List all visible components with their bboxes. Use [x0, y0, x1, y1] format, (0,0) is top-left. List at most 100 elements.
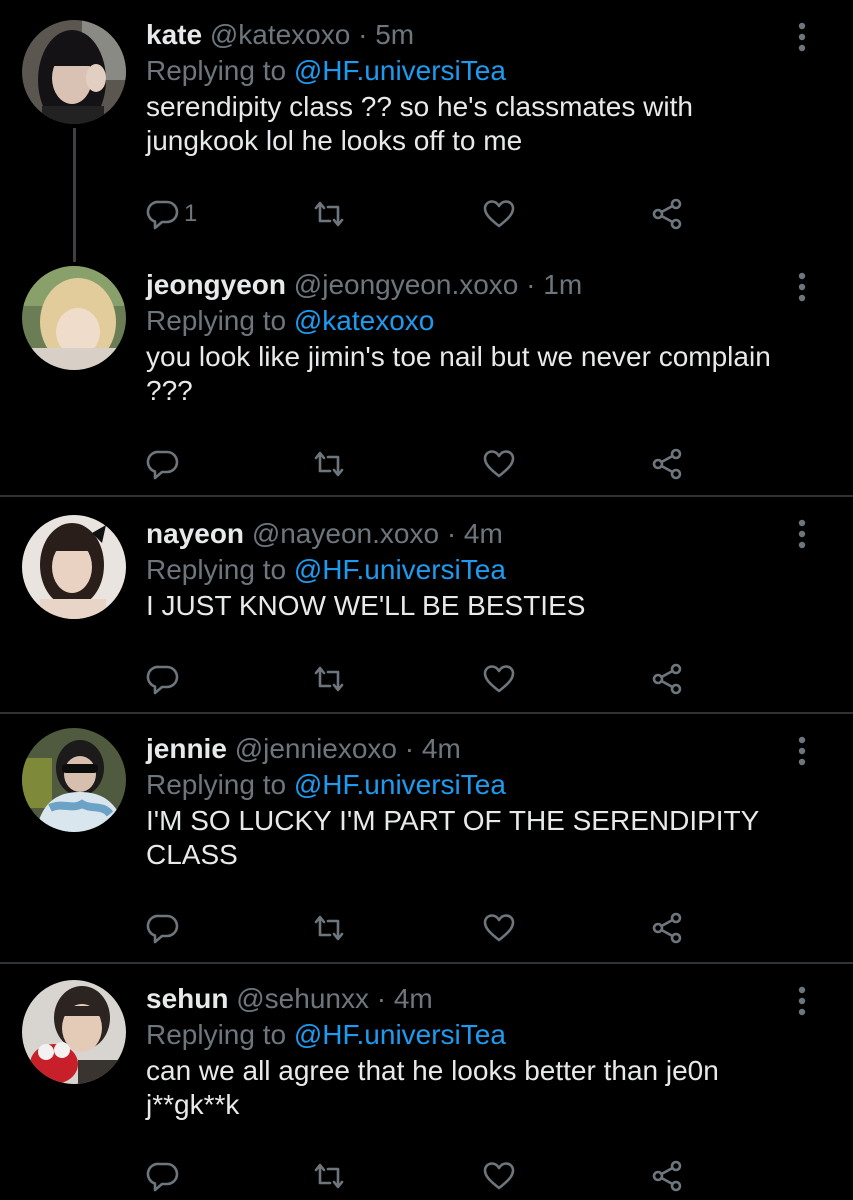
tweet-header: jennie @jenniexoxo · 4m — [146, 732, 783, 766]
reply-icon — [146, 914, 179, 944]
display-name[interactable]: sehun — [146, 983, 228, 1014]
more-vertical-icon — [798, 986, 806, 1016]
retweet-icon — [314, 666, 344, 692]
more-options-button[interactable] — [795, 736, 809, 766]
retweet-icon — [314, 1163, 344, 1189]
tweet-nayeon[interactable]: nayeon @nayeon.xoxo · 4m Replying to @HF… — [0, 497, 853, 712]
more-vertical-icon — [798, 22, 806, 52]
timestamp[interactable]: 4m — [394, 983, 433, 1014]
retweet-icon — [314, 451, 344, 477]
user-handle[interactable]: @nayeon.xoxo — [252, 518, 439, 549]
retweet-button[interactable] — [312, 194, 346, 234]
tweet-text: serendipity class ?? so he's classmates … — [146, 91, 693, 156]
heart-icon — [483, 1162, 515, 1190]
reply-icon — [146, 200, 179, 230]
display-name[interactable]: jeongyeon — [146, 269, 286, 300]
tweet-actions — [146, 1156, 706, 1196]
share-icon — [652, 912, 682, 944]
heart-icon — [483, 200, 515, 228]
heart-icon — [483, 450, 515, 478]
share-icon — [652, 198, 682, 230]
more-vertical-icon — [798, 736, 806, 766]
like-button[interactable] — [482, 444, 516, 484]
separator-dot: · — [526, 269, 536, 300]
reply-button[interactable] — [146, 908, 184, 948]
share-button[interactable] — [650, 194, 684, 234]
avatar-jeongyeon[interactable] — [22, 266, 126, 370]
display-name[interactable]: nayeon — [146, 518, 244, 549]
share-button[interactable] — [650, 908, 684, 948]
tweet-header: jeongyeon @jeongyeon.xoxo · 1m — [146, 268, 783, 302]
heart-icon — [483, 914, 515, 942]
share-icon — [652, 663, 682, 695]
user-handle[interactable]: @sehunxx — [236, 983, 369, 1014]
reply-button[interactable] — [146, 444, 184, 484]
reply-button[interactable]: 1 — [146, 194, 197, 234]
reply-button[interactable] — [146, 659, 184, 699]
user-handle[interactable]: @jeongyeon.xoxo — [294, 269, 519, 300]
more-options-button[interactable] — [795, 22, 809, 52]
tweet-jeongyeon[interactable]: jeongyeon @jeongyeon.xoxo · 1m Replying … — [0, 250, 853, 495]
user-handle[interactable]: @jenniexoxo — [235, 733, 397, 764]
like-button[interactable] — [482, 1156, 516, 1196]
replying-to-mention[interactable]: @HF.universiTea — [294, 554, 506, 585]
share-button[interactable] — [650, 444, 684, 484]
more-options-button[interactable] — [795, 272, 809, 302]
more-vertical-icon — [798, 272, 806, 302]
share-icon — [652, 448, 682, 480]
like-button[interactable] — [482, 194, 516, 234]
replying-to-mention[interactable]: @katexoxo — [294, 305, 435, 336]
timestamp[interactable]: 4m — [422, 733, 461, 764]
avatar-jennie[interactable] — [22, 728, 126, 832]
share-button[interactable] — [650, 1156, 684, 1196]
separator-dot: · — [376, 983, 387, 1014]
tweet-sehun[interactable]: sehun @sehunxx · 4m Replying to @HF.univ… — [0, 964, 853, 1200]
timestamp[interactable]: 1m — [543, 269, 582, 300]
replying-to-line: Replying to @HF.universiTea — [146, 553, 783, 587]
more-options-button[interactable] — [795, 519, 809, 549]
tweet-text: you look like jimin's toe nail but we ne… — [146, 341, 771, 406]
tweet-actions — [146, 659, 706, 699]
tweet-kate[interactable]: kate @katexoxo · 5m Replying to @HF.univ… — [0, 0, 853, 250]
retweet-button[interactable] — [312, 659, 346, 699]
like-button[interactable] — [482, 659, 516, 699]
replying-to-mention[interactable]: @HF.universiTea — [294, 55, 506, 86]
reply-icon — [146, 665, 179, 695]
reply-feed: kate @katexoxo · 5m Replying to @HF.univ… — [0, 0, 853, 1200]
retweet-button[interactable] — [312, 908, 346, 948]
replying-to-mention[interactable]: @HF.universiTea — [294, 1019, 506, 1050]
tweet-actions — [146, 908, 706, 948]
reply-count: 1 — [184, 200, 198, 227]
more-vertical-icon — [798, 519, 806, 549]
retweet-button[interactable] — [312, 1156, 346, 1196]
like-button[interactable] — [482, 908, 516, 948]
retweet-button[interactable] — [312, 444, 346, 484]
timestamp[interactable]: 5m — [375, 19, 414, 50]
tweet-jennie[interactable]: jennie @jenniexoxo · 4m Replying to @HF.… — [0, 714, 853, 962]
share-icon — [652, 1160, 682, 1192]
tweet-text: I'M SO LUCKY I'M PART OF THE SERENDIPITY… — [146, 805, 759, 870]
user-handle[interactable]: @katexoxo — [210, 19, 351, 50]
tweet-text: I JUST KNOW WE'LL BE BESTIES — [146, 590, 586, 621]
share-button[interactable] — [650, 659, 684, 699]
replying-to-label: Replying to — [146, 1019, 294, 1050]
display-name[interactable]: jennie — [146, 733, 227, 764]
retweet-icon — [314, 201, 344, 227]
more-options-button[interactable] — [795, 986, 809, 1016]
replying-to-label: Replying to — [146, 55, 294, 86]
avatar-nayeon[interactable] — [22, 515, 126, 619]
avatar-kate[interactable] — [22, 20, 126, 124]
replying-to-line: Replying to @HF.universiTea — [146, 54, 783, 88]
reply-button[interactable] — [146, 1156, 184, 1196]
avatar-sehun[interactable] — [22, 980, 126, 1084]
replying-to-line: Replying to @HF.universiTea — [146, 1018, 783, 1052]
reply-icon — [146, 450, 179, 480]
display-name[interactable]: kate — [146, 19, 202, 50]
replying-to-label: Replying to — [146, 554, 294, 585]
timestamp[interactable]: 4m — [464, 518, 503, 549]
tweet-actions: 1 — [146, 194, 706, 234]
replying-to-mention[interactable]: @HF.universiTea — [294, 769, 506, 800]
tweet-actions — [146, 444, 706, 484]
tweet-header: nayeon @nayeon.xoxo · 4m — [146, 517, 783, 551]
separator-dot: · — [404, 733, 415, 764]
